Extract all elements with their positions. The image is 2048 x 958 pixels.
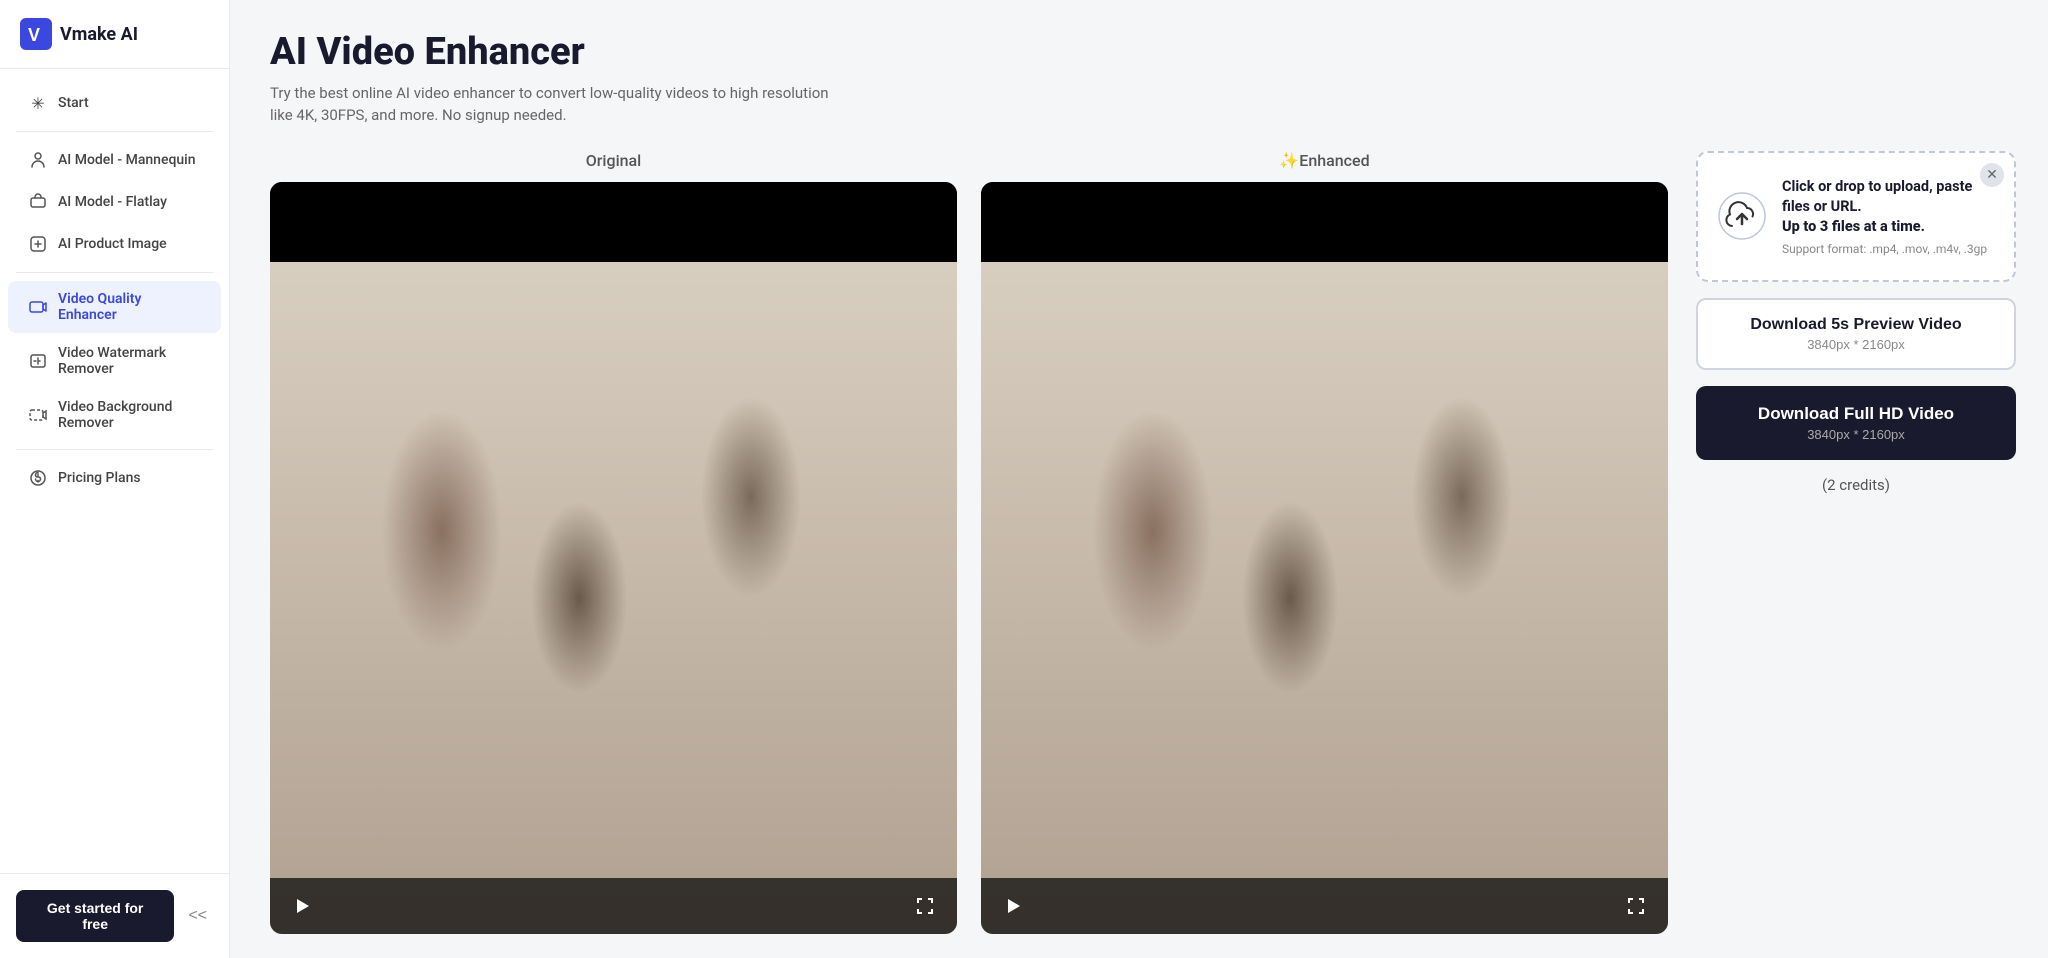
video-background-remover-icon (28, 405, 48, 425)
logo: V Vmake AI (0, 0, 229, 69)
original-video-top-bar (270, 182, 957, 262)
nav-divider-2 (16, 272, 213, 273)
page-header: AI Video Enhancer Try the best online AI… (270, 32, 2016, 127)
nav-divider-1 (16, 131, 213, 132)
enhanced-video-top-bar (981, 182, 1668, 262)
sidebar-nav: ✳ Start AI Model - Mannequin AI Model - … (0, 69, 229, 873)
collapse-sidebar-button[interactable]: << (182, 901, 213, 931)
sidebar-item-start[interactable]: ✳ Start (8, 83, 221, 123)
nav-divider-3 (16, 449, 213, 450)
original-video-container (270, 182, 957, 934)
original-video-controls (270, 878, 957, 934)
ai-model-flatlay-icon (28, 192, 48, 212)
upload-box[interactable]: Click or drop to upload, paste files or … (1696, 151, 2016, 282)
original-fullscreen-button[interactable] (911, 892, 939, 920)
enhanced-video-image (981, 262, 1668, 934)
main-content: AI Video Enhancer Try the best online AI… (230, 0, 2048, 958)
upload-format: Support format: .mp4, .mov, .m4v, .3gp (1782, 242, 1994, 256)
video-labels: Original ✨Enhanced (270, 151, 1668, 170)
sidebar-item-video-background-remover-label: Video Background Remover (58, 399, 201, 431)
logo-text: Vmake AI (60, 24, 138, 45)
video-comparison: Original ✨Enhanced (270, 151, 1668, 934)
side-panel: Click or drop to upload, paste files or … (1696, 151, 2016, 934)
page-title: AI Video Enhancer (270, 32, 2016, 74)
sidebar-item-ai-model-mannequin[interactable]: AI Model - Mannequin (8, 140, 221, 180)
page-subtitle: Try the best online AI video enhancer to… (270, 82, 830, 127)
download-preview-label: Download 5s Preview Video (1718, 316, 1994, 334)
sidebar: V Vmake AI ✳ Start AI Model - Mannequin … (0, 0, 230, 958)
download-full-resolution: 3840px * 2160px (1716, 427, 1996, 442)
original-play-button[interactable] (288, 892, 316, 920)
ai-product-image-icon (28, 234, 48, 254)
vmake-logo-icon: V (20, 18, 52, 50)
video-watermark-remover-icon (28, 351, 48, 371)
sidebar-item-ai-product-image-label: AI Product Image (58, 236, 167, 252)
svg-text:V: V (28, 25, 40, 45)
sidebar-item-ai-model-mannequin-label: AI Model - Mannequin (58, 152, 196, 168)
sidebar-item-video-quality-enhancer-label: Video Quality Enhancer (58, 291, 201, 323)
pricing-plans-icon (28, 468, 48, 488)
download-preview-resolution: 3840px * 2160px (1718, 337, 1994, 352)
enhanced-fullscreen-button[interactable] (1622, 892, 1650, 920)
sidebar-item-ai-model-flatlay[interactable]: AI Model - Flatlay (8, 182, 221, 222)
video-quality-enhancer-icon (28, 297, 48, 317)
upload-text: Click or drop to upload, paste files or … (1782, 177, 1994, 256)
original-label: Original (270, 151, 957, 170)
sidebar-item-video-quality-enhancer[interactable]: Video Quality Enhancer (8, 281, 221, 333)
get-started-button[interactable]: Get started for free (16, 890, 174, 942)
credits-text: (2 credits) (1696, 476, 2016, 494)
download-full-label: Download Full HD Video (1716, 404, 1996, 424)
content-area: Original ✨Enhanced (270, 151, 2016, 934)
sidebar-item-ai-model-flatlay-label: AI Model - Flatlay (58, 194, 167, 210)
download-full-button[interactable]: Download Full HD Video 3840px * 2160px (1696, 386, 2016, 460)
upload-title: Click or drop to upload, paste files or … (1782, 177, 1994, 238)
original-video-image (270, 262, 957, 934)
close-upload-button[interactable]: ✕ (1980, 163, 2004, 187)
collapse-icon: << (188, 907, 207, 924)
sidebar-item-start-label: Start (58, 95, 89, 111)
enhanced-label: ✨Enhanced (981, 151, 1668, 170)
sidebar-item-video-watermark-remover-label: Video Watermark Remover (58, 345, 201, 377)
sidebar-item-pricing-plans[interactable]: Pricing Plans (8, 458, 221, 498)
enhanced-video-scene (981, 262, 1668, 934)
sidebar-item-pricing-plans-label: Pricing Plans (58, 470, 141, 486)
enhanced-video-container (981, 182, 1668, 934)
sidebar-bottom: Get started for free << (0, 873, 229, 958)
original-video-scene (270, 262, 957, 934)
sidebar-item-video-background-remover[interactable]: Video Background Remover (8, 389, 221, 441)
enhanced-video-controls (981, 878, 1668, 934)
upload-icon (1718, 192, 1766, 240)
sidebar-item-video-watermark-remover[interactable]: Video Watermark Remover (8, 335, 221, 387)
ai-model-mannequin-icon (28, 150, 48, 170)
enhanced-play-button[interactable] (999, 892, 1027, 920)
download-preview-button[interactable]: Download 5s Preview Video 3840px * 2160p… (1696, 298, 2016, 370)
videos-row (270, 182, 1668, 934)
sidebar-item-ai-product-image[interactable]: AI Product Image (8, 224, 221, 264)
start-icon: ✳ (28, 93, 48, 113)
